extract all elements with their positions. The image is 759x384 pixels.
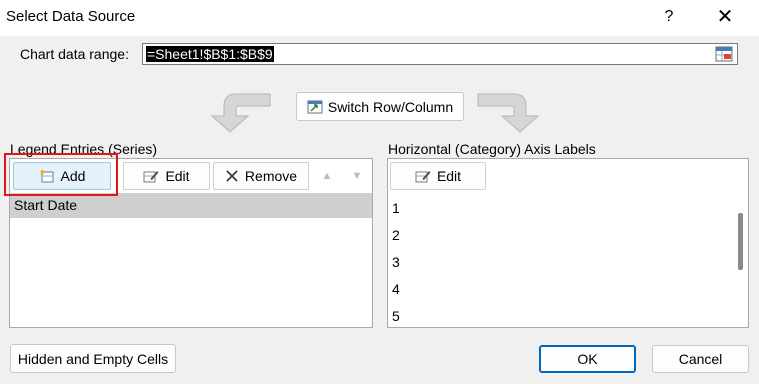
edit-icon	[143, 171, 159, 183]
swap-arrow-right-icon	[477, 93, 540, 133]
legend-entries-list[interactable]: Start Date	[9, 191, 373, 328]
close-button[interactable]: ✕	[714, 6, 736, 28]
hidden-empty-cells-button[interactable]: Hidden and Empty Cells	[10, 344, 176, 373]
list-item[interactable]: Start Date	[10, 193, 372, 218]
chart-range-input[interactable]: =Sheet1!$B$1:$B$9	[142, 43, 738, 65]
axis-labels-list[interactable]: 1 2 3 4 5	[387, 191, 749, 328]
edit-axis-labels-button[interactable]: Edit	[390, 162, 486, 190]
scrollbar-thumb[interactable]	[738, 213, 743, 270]
list-item: 5	[392, 308, 400, 324]
hidden-empty-cells-label: Hidden and Empty Cells	[17, 350, 169, 367]
series-name: Start Date	[14, 197, 78, 213]
axis-toolbar: Edit	[387, 158, 749, 192]
switch-row-column-button[interactable]: Switch Row/Column	[296, 92, 464, 121]
dialog-title: Select Data Source	[6, 8, 136, 25]
cancel-label: Cancel	[678, 351, 723, 367]
ok-button[interactable]: OK	[539, 345, 636, 373]
edit-series-label: Edit	[165, 168, 190, 184]
remove-series-button[interactable]: Remove	[213, 162, 309, 190]
move-up-button[interactable]: ▲	[314, 162, 340, 190]
axis-list-scrollbar[interactable]	[734, 191, 748, 326]
cancel-button[interactable]: Cancel	[652, 345, 749, 373]
add-button-highlight	[4, 153, 118, 196]
list-item: 1	[392, 200, 400, 216]
edit-series-button[interactable]: Edit	[123, 162, 210, 190]
switch-row-column-icon	[307, 100, 323, 113]
chart-range-label: Chart data range:	[20, 46, 129, 62]
chart-range-value: =Sheet1!$B$1:$B$9	[146, 46, 274, 62]
swap-arrow-left-icon	[210, 93, 271, 133]
move-down-button[interactable]: ▼	[344, 162, 370, 190]
list-item: 2	[392, 227, 400, 243]
edit-icon	[415, 171, 431, 183]
close-icon: ✕	[716, 6, 734, 28]
help-icon: ?	[664, 8, 674, 25]
switch-row-column-label: Switch Row/Column	[327, 98, 454, 115]
ok-label: OK	[577, 351, 598, 367]
range-picker-icon[interactable]	[715, 46, 733, 62]
move-down-icon: ▼	[351, 170, 363, 182]
axis-labels-label: Horizontal (Category) Axis Labels	[388, 141, 596, 157]
edit-axis-labels-label: Edit	[436, 168, 462, 184]
title-bar: Select Data Source ? ✕	[0, 0, 759, 36]
move-up-icon: ▲	[321, 170, 333, 182]
remove-icon	[226, 170, 238, 182]
help-button[interactable]: ?	[658, 6, 680, 28]
list-item: 4	[392, 281, 400, 297]
remove-series-label: Remove	[244, 168, 298, 184]
list-item: 3	[392, 254, 400, 270]
